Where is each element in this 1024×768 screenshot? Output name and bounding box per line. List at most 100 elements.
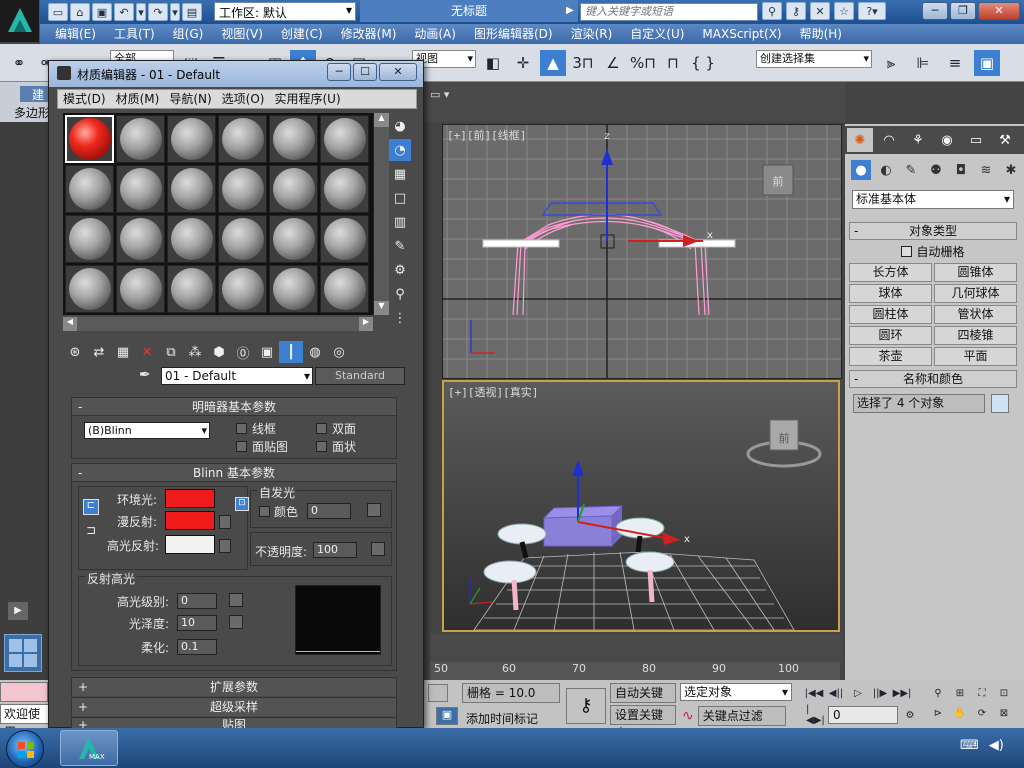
ambient-color-swatch[interactable] — [165, 489, 215, 508]
me-close-button[interactable]: ✕ — [379, 63, 417, 81]
volume-icon[interactable]: ◀) — [989, 738, 1004, 753]
maximize-viewport-icon[interactable]: ⊠ — [994, 704, 1014, 722]
shapes-icon[interactable]: ◐ — [876, 160, 896, 180]
material-sample-slot[interactable] — [320, 115, 369, 163]
link-icon[interactable]: ⚭ — [6, 50, 32, 76]
material-editor-titlebar[interactable]: 材质编辑器 - 01 - Default ─ ☐ ✕ — [49, 61, 423, 87]
opacity-map-button[interactable] — [371, 542, 385, 556]
menu-tools[interactable]: 工具(T) — [105, 24, 164, 44]
scroll-left-icon[interactable]: ◀ — [63, 317, 77, 331]
me-menu-material[interactable]: 材质(M) — [111, 90, 165, 108]
select-by-material-icon[interactable]: ⚲ — [389, 283, 411, 305]
slots-vertical-scrollbar[interactable]: ▲ ▼ — [373, 113, 389, 315]
scroll-up-icon[interactable]: ▲ — [374, 113, 389, 127]
close-button[interactable]: ✕ — [978, 2, 1020, 20]
welcome-field[interactable]: 欢迎使用 — [0, 704, 54, 739]
me-menu-options[interactable]: 选项(O) — [217, 90, 270, 108]
material-sample-slot[interactable] — [269, 265, 318, 313]
cameras-icon[interactable]: ⚉ — [926, 160, 946, 180]
sample-type-icon[interactable]: ◕ — [389, 115, 411, 137]
menu-modifiers[interactable]: 修改器(M) — [332, 24, 406, 44]
menu-maxscript[interactable]: MAXScript(X) — [693, 24, 790, 44]
soften-spinner[interactable]: 0.1 — [177, 639, 217, 655]
self-illum-map-button[interactable] — [367, 503, 381, 517]
blinn-params-header[interactable]: - Blinn 基本参数 — [72, 464, 396, 482]
copy-material-icon[interactable]: ⧉ — [159, 341, 183, 363]
eyedropper-icon[interactable]: ✒ — [139, 367, 157, 385]
material-sample-slot[interactable] — [320, 215, 369, 263]
material-sample-slot[interactable] — [65, 115, 114, 163]
material-sample-slot[interactable] — [218, 265, 267, 313]
search-expand-icon[interactable]: ▶ — [566, 5, 574, 16]
teapot-button[interactable]: 茶壶 — [849, 347, 932, 366]
material-sample-slot[interactable] — [116, 115, 165, 163]
scroll-right-icon[interactable]: ▶ — [359, 317, 373, 331]
snaps-toggle-icon[interactable]: 3 ⊓ — [570, 50, 596, 76]
tools-icon[interactable]: ✕ — [810, 2, 830, 20]
material-sample-slot[interactable] — [167, 265, 216, 313]
supersampling-header[interactable]: + 超级采样 — [72, 698, 396, 716]
material-sample-slot[interactable] — [116, 265, 165, 313]
viewport-perspective[interactable]: 前 x [+][透视][真实] — [442, 380, 840, 632]
percent-snap-icon[interactable]: % ⊓ — [630, 50, 656, 76]
app-logo[interactable] — [0, 0, 40, 42]
diffuse-map-button[interactable] — [219, 515, 231, 529]
primitive-category-dropdown[interactable]: 标准基本体 ▾ — [852, 190, 1014, 209]
add-time-tag-label[interactable]: 添加时间标记 — [466, 710, 538, 727]
uv-tiling-icon[interactable]: □ — [389, 187, 411, 209]
object-name-field[interactable]: 选择了 4 个对象 — [853, 394, 985, 413]
menu-help[interactable]: 帮助(H) — [791, 24, 851, 44]
reset-map-icon[interactable]: ✕ — [135, 341, 159, 363]
redo-dropdown-icon[interactable]: ▾ — [170, 3, 180, 21]
new-file-icon[interactable]: ▭ — [48, 3, 68, 21]
box-button[interactable]: 长方体 — [849, 263, 932, 282]
menu-create[interactable]: 创建(C) — [272, 24, 332, 44]
time-tag-icon[interactable]: ▣ — [436, 707, 458, 725]
help-icon[interactable]: ?▾ — [858, 2, 886, 20]
pyramid-button[interactable]: 四棱锥 — [934, 326, 1017, 345]
graphite-tools-icon[interactable]: ▣ — [974, 50, 1000, 76]
autogrid-checkbox[interactable] — [901, 246, 913, 257]
orbit-icon[interactable]: ⟳ — [972, 704, 992, 722]
menu-views[interactable]: 视图(V) — [212, 24, 272, 44]
sphere-button[interactable]: 球体 — [849, 284, 932, 303]
me-minimize-button[interactable]: ─ — [327, 63, 351, 81]
binoculars-icon[interactable]: ⚲ — [762, 2, 782, 20]
material-sample-slot[interactable] — [218, 165, 267, 213]
supersampling-rollout[interactable]: + 超级采样 — [71, 697, 397, 716]
select-manipulate-icon[interactable]: ✛ — [510, 50, 536, 76]
zoom-extents-icon[interactable]: ⛶ — [972, 684, 992, 702]
make-unique-icon[interactable]: ⁂ — [183, 341, 207, 363]
object-color-swatch[interactable] — [991, 394, 1009, 413]
taskbar-3dsmax-button[interactable]: MAX — [60, 730, 118, 766]
material-sample-slot[interactable] — [65, 215, 114, 263]
redo-icon[interactable]: ↷ — [148, 3, 168, 21]
zoom-extents-all-icon[interactable]: ⊡ — [994, 684, 1014, 702]
material-sample-slot[interactable] — [167, 215, 216, 263]
start-button[interactable] — [6, 730, 44, 768]
material-map-navigator-icon[interactable]: ⋮ — [389, 307, 411, 329]
shader-type-dropdown[interactable]: (B)Blinn ▾ — [84, 422, 210, 439]
viewport-front[interactable]: 前 z x [+][前][线框] — [442, 124, 842, 379]
material-id-channel-icon[interactable]: ⓪ — [231, 341, 255, 363]
specular-color-swatch[interactable] — [165, 535, 215, 554]
go-to-end-icon[interactable]: ▶▶| — [892, 684, 912, 702]
scroll-down-icon[interactable]: ▼ — [374, 301, 389, 315]
material-sample-slot[interactable] — [269, 215, 318, 263]
me-menu-utilities[interactable]: 实用程序(U) — [269, 90, 345, 108]
self-illum-color-checkbox[interactable] — [259, 506, 270, 517]
spinner-snap-icon[interactable]: ⊓ — [660, 50, 686, 76]
create-tab-icon[interactable]: ✺ — [847, 128, 873, 152]
key-icon[interactable]: ⚷ — [786, 2, 806, 20]
viewport-menu-icon[interactable]: ▭ ▾ — [430, 88, 449, 101]
object-type-header[interactable]: - 对象类型 — [849, 222, 1017, 240]
material-name-field[interactable]: 01 - Default ▾ — [161, 367, 313, 385]
persp-viewport-label[interactable]: [+][透视][真实] — [448, 384, 538, 400]
key-mode-icon[interactable]: |◀▶| — [806, 704, 826, 726]
angle-snap-icon[interactable]: ∠ — [600, 50, 626, 76]
plane-button[interactable]: 平面 — [934, 347, 1017, 366]
me-maximize-button[interactable]: ☐ — [353, 63, 377, 81]
diffuse-color-swatch[interactable] — [165, 511, 215, 530]
me-menu-modes[interactable]: 模式(D) — [58, 90, 111, 108]
material-sample-slot[interactable] — [218, 115, 267, 163]
